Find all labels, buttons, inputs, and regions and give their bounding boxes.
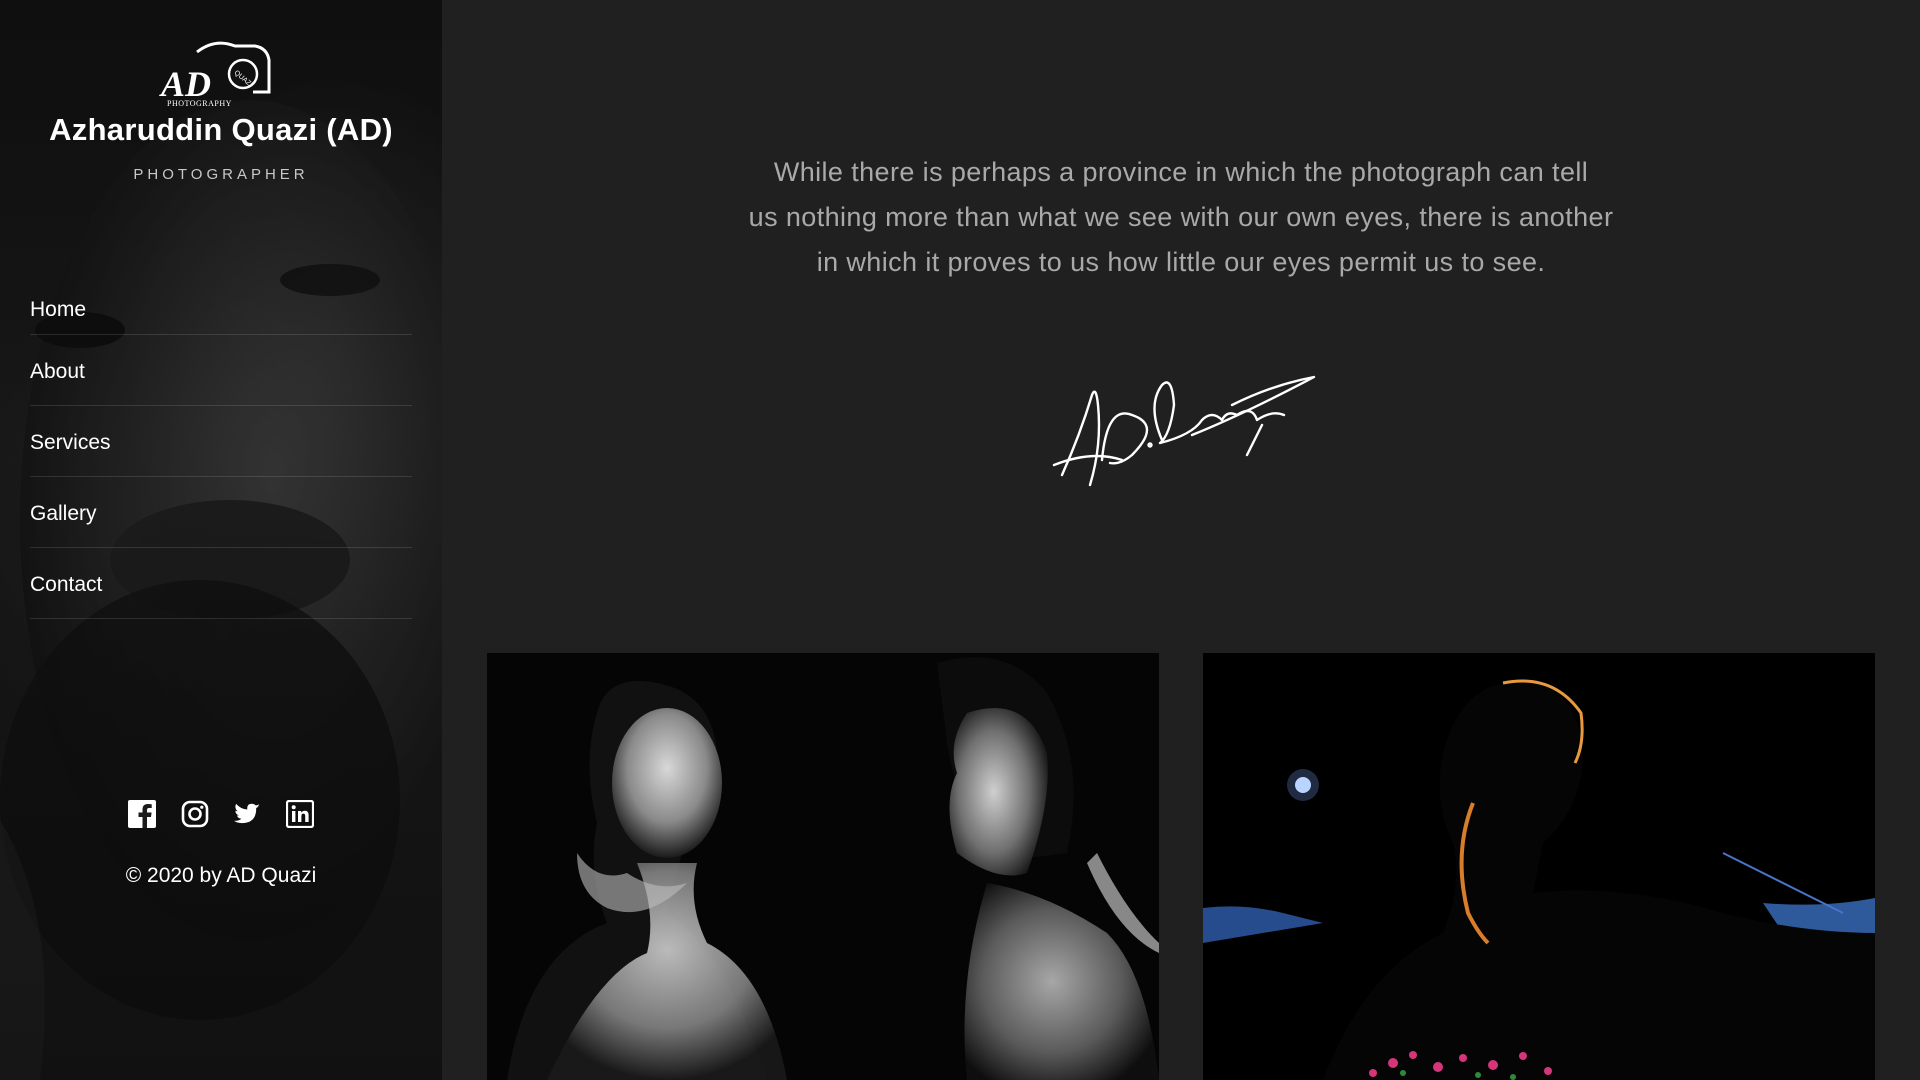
facebook-icon[interactable]: [128, 800, 157, 828]
gallery-photo-couple-silhouette[interactable]: [1203, 653, 1875, 1080]
site-logo[interactable]: AD QUAZI PHOTOGRAPHY: [157, 38, 273, 108]
nav-item-home[interactable]: Home: [30, 273, 412, 335]
linkedin-icon[interactable]: [285, 800, 314, 828]
site-subtitle: PHOTOGRAPHER: [133, 166, 309, 183]
nav-item-gallery[interactable]: Gallery: [30, 477, 412, 548]
nav-item-services[interactable]: Services: [30, 406, 412, 477]
nav-item-contact[interactable]: Contact: [30, 548, 412, 619]
logo-caption: PHOTOGRAPHY: [167, 99, 232, 108]
instagram-icon[interactable]: [181, 800, 209, 828]
sidebar: AD QUAZI PHOTOGRAPHY Azharuddin Quazi (A…: [0, 0, 442, 1080]
signature-image: [1052, 375, 1316, 487]
logo-monogram: AD: [159, 64, 211, 104]
main-content: While there is perhaps a province in whi…: [442, 0, 1920, 1080]
twitter-icon[interactable]: [233, 800, 261, 828]
quote-line: While there is perhaps a province in whi…: [773, 157, 1589, 187]
quote-line: us nothing more than what we see with ou…: [748, 202, 1614, 232]
photography-quote: While there is perhaps a province in whi…: [692, 150, 1670, 285]
main-navigation: Home About Services Gallery Contact: [30, 273, 412, 619]
social-links: [0, 800, 442, 828]
nav-item-about[interactable]: About: [30, 335, 412, 406]
gallery-photo-women-portrait[interactable]: [487, 653, 1159, 1080]
site-title[interactable]: Azharuddin Quazi (AD): [0, 112, 442, 148]
copyright-text: © 2020 by AD Quazi: [125, 864, 317, 887]
quote-line: in which it proves to us how little our …: [816, 247, 1546, 277]
